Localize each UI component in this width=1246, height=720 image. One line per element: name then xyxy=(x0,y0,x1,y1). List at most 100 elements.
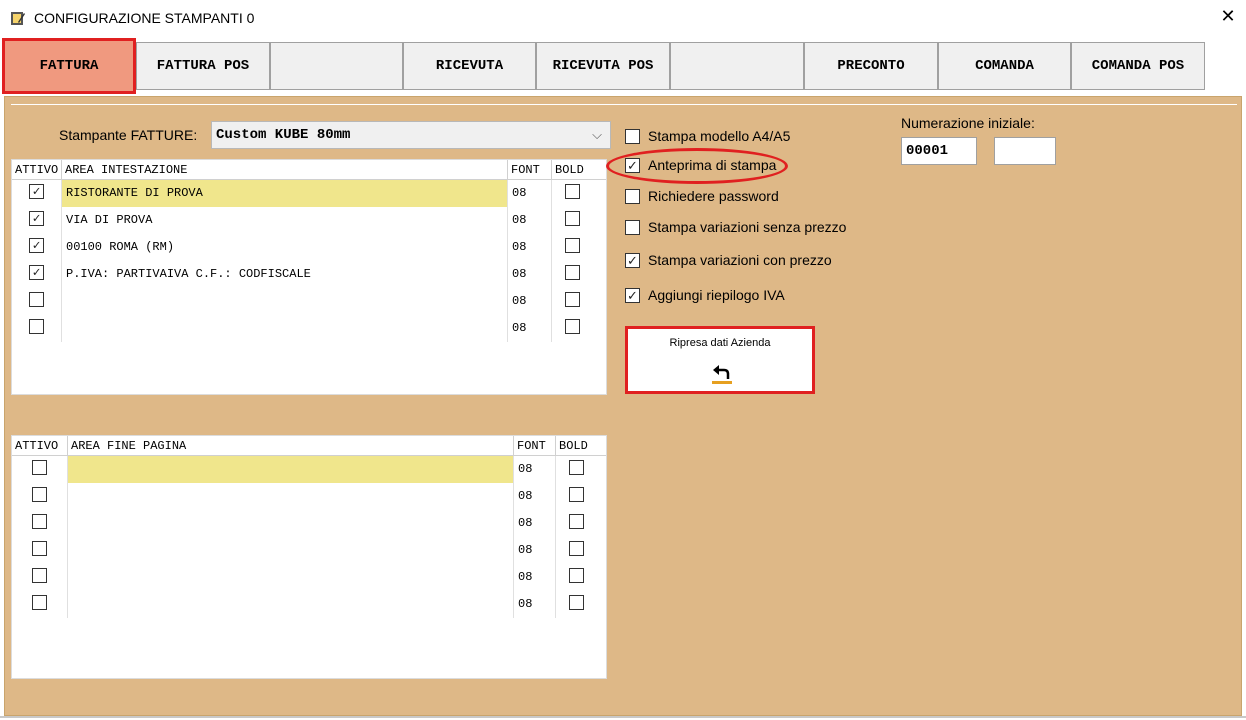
area-text-cell[interactable] xyxy=(68,591,514,618)
tab-panel: Stampante FATTURE: Custom KUBE 80mm ⌵ AT… xyxy=(0,94,1246,720)
bold-checkbox[interactable] xyxy=(569,568,584,583)
option-checkbox[interactable]: ✓ xyxy=(625,287,640,303)
option-checkbox[interactable] xyxy=(625,219,640,235)
attivo-cell: ✓ xyxy=(12,180,62,207)
area-text-cell[interactable]: RISTORANTE DI PROVA xyxy=(62,180,508,207)
font-cell[interactable]: 08 xyxy=(514,564,556,591)
tab-fattura-pos[interactable]: FATTURA POS xyxy=(136,42,270,90)
font-cell[interactable]: 08 xyxy=(514,510,556,537)
attivo-checkbox[interactable] xyxy=(32,460,47,475)
area-text-cell[interactable]: VIA DI PROVA xyxy=(62,207,508,234)
option-label: Stampa variazioni senza prezzo xyxy=(648,219,847,235)
area-text-cell[interactable] xyxy=(62,288,508,315)
font-cell[interactable]: 08 xyxy=(508,234,552,261)
attivo-checkbox[interactable]: ✓ xyxy=(29,211,44,226)
bold-cell xyxy=(552,207,594,234)
area-text-cell[interactable] xyxy=(62,315,508,342)
font-cell[interactable]: 08 xyxy=(514,483,556,510)
close-icon[interactable]: ✕ xyxy=(1218,6,1238,26)
printer-config-icon xyxy=(11,12,25,25)
bold-checkbox[interactable] xyxy=(565,265,580,280)
printer-select-value: Custom KUBE 80mm xyxy=(216,127,351,143)
tab-comanda[interactable]: COMANDA xyxy=(938,42,1071,90)
font-cell[interactable]: 08 xyxy=(508,180,552,207)
header-grid: ATTIVO AREA INTESTAZIONE FONT BOLD ✓ RIST… xyxy=(11,159,607,395)
attivo-cell xyxy=(12,591,68,618)
tab-empty-2[interactable] xyxy=(670,42,804,90)
table-row: 08 xyxy=(12,456,606,483)
numerazione-input-2[interactable] xyxy=(994,137,1056,165)
area-text-cell[interactable] xyxy=(68,564,514,591)
attivo-checkbox[interactable] xyxy=(32,487,47,502)
option-checkbox[interactable] xyxy=(625,188,640,204)
option-riepilogo-iva[interactable]: ✓ Aggiungi riepilogo IVA xyxy=(625,285,785,305)
attivo-checkbox[interactable] xyxy=(29,292,44,307)
attivo-checkbox[interactable] xyxy=(32,541,47,556)
ripresa-dati-button[interactable]: Ripresa dati Azienda xyxy=(625,326,815,394)
option-checkbox[interactable]: ✓ xyxy=(625,252,640,268)
attivo-cell: ✓ xyxy=(12,234,62,261)
option-label: Richiedere password xyxy=(648,188,779,204)
table-row: 08 xyxy=(12,315,606,342)
col-attivo: ATTIVO xyxy=(12,160,62,180)
area-text-cell[interactable]: 00100 ROMA (RM) xyxy=(62,234,508,261)
bold-checkbox[interactable] xyxy=(565,292,580,307)
area-text-cell[interactable] xyxy=(68,510,514,537)
font-cell[interactable]: 08 xyxy=(508,261,552,288)
bold-checkbox[interactable] xyxy=(569,487,584,502)
attivo-checkbox[interactable]: ✓ xyxy=(29,184,44,199)
tab-comanda-pos[interactable]: COMANDA POS xyxy=(1071,42,1205,90)
tab-preconto[interactable]: PRECONTO xyxy=(804,42,938,90)
option-label: Stampa modello A4/A5 xyxy=(648,128,791,144)
tab-ricevuta-pos[interactable]: RICEVUTA POS xyxy=(536,42,670,90)
option-stampa-modello[interactable]: Stampa modello A4/A5 xyxy=(625,126,790,146)
header-grid-header: ATTIVO AREA INTESTAZIONE FONT BOLD xyxy=(12,160,606,180)
font-cell[interactable]: 08 xyxy=(508,288,552,315)
attivo-checkbox[interactable]: ✓ xyxy=(29,238,44,253)
bold-checkbox[interactable] xyxy=(569,595,584,610)
col-bold: BOLD xyxy=(559,439,588,453)
option-variazioni-con-prezzo[interactable]: ✓ Stampa variazioni con prezzo xyxy=(625,250,832,270)
bold-checkbox[interactable] xyxy=(569,460,584,475)
font-cell[interactable]: 08 xyxy=(508,207,552,234)
option-checkbox[interactable] xyxy=(625,128,640,144)
area-text-cell[interactable] xyxy=(68,483,514,510)
tab-fattura[interactable]: FATTURA xyxy=(2,38,136,94)
option-anteprima[interactable]: ✓ Anteprima di stampa xyxy=(625,155,776,175)
font-cell[interactable]: 08 xyxy=(514,591,556,618)
bold-cell xyxy=(556,510,598,537)
bold-checkbox[interactable] xyxy=(569,514,584,529)
table-row: 08 xyxy=(12,510,606,537)
font-cell[interactable]: 08 xyxy=(514,456,556,483)
font-cell[interactable]: 08 xyxy=(514,537,556,564)
printer-select[interactable]: Custom KUBE 80mm ⌵ xyxy=(211,121,611,149)
bold-cell xyxy=(556,537,598,564)
col-area-fine-pagina: AREA FINE PAGINA xyxy=(68,436,514,456)
option-variazioni-senza-prezzo[interactable]: Stampa variazioni senza prezzo xyxy=(625,217,846,237)
bold-checkbox[interactable] xyxy=(565,319,580,334)
option-checkbox[interactable]: ✓ xyxy=(625,157,640,173)
attivo-checkbox[interactable]: ✓ xyxy=(29,265,44,280)
bold-checkbox[interactable] xyxy=(565,238,580,253)
area-text-cell[interactable]: P.IVA: PARTIVAIVA C.F.: CODFISCALE xyxy=(62,261,508,288)
bold-checkbox[interactable] xyxy=(565,211,580,226)
panel-body: Stampante FATTURE: Custom KUBE 80mm ⌵ AT… xyxy=(4,96,1242,716)
table-row: 08 xyxy=(12,564,606,591)
attivo-checkbox[interactable] xyxy=(32,595,47,610)
col-bold: BOLD xyxy=(555,163,584,177)
area-text-cell[interactable] xyxy=(68,537,514,564)
bold-checkbox[interactable] xyxy=(569,541,584,556)
chevron-down-icon[interactable]: ⌵ xyxy=(592,127,602,143)
attivo-checkbox[interactable] xyxy=(29,319,44,334)
option-richiedere-password[interactable]: Richiedere password xyxy=(625,186,779,206)
numerazione-input[interactable]: 00001 xyxy=(901,137,977,165)
attivo-checkbox[interactable] xyxy=(32,514,47,529)
tab-empty-1[interactable] xyxy=(270,42,403,90)
panel-divider xyxy=(11,104,1237,105)
attivo-checkbox[interactable] xyxy=(32,568,47,583)
bold-checkbox[interactable] xyxy=(565,184,580,199)
font-cell[interactable]: 08 xyxy=(508,315,552,342)
area-text-cell[interactable] xyxy=(68,456,514,483)
attivo-cell xyxy=(12,456,68,483)
tab-ricevuta[interactable]: RICEVUTA xyxy=(403,42,536,90)
